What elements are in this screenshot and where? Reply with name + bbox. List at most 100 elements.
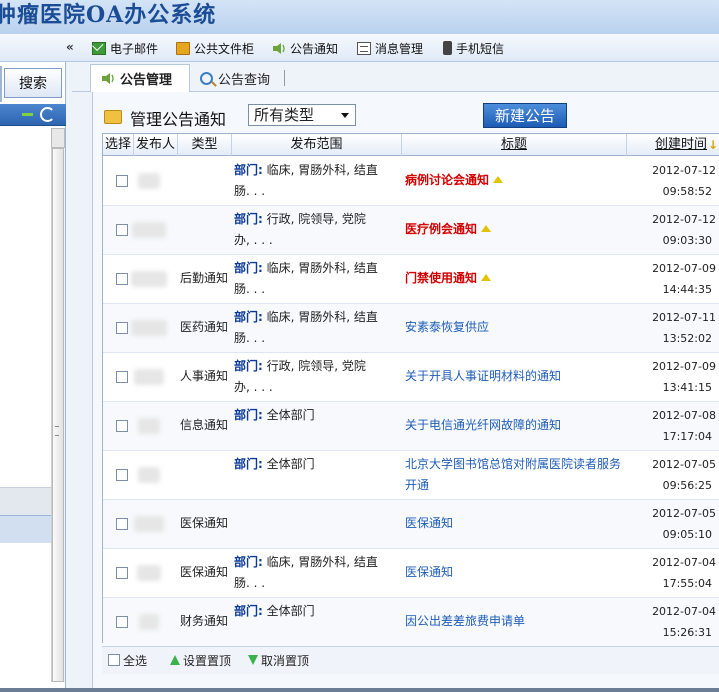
left-list-item[interactable] <box>0 487 51 515</box>
tab-announcement-management[interactable]: 公告管理 <box>90 64 190 92</box>
row-title[interactable]: 医保通知 <box>405 516 453 530</box>
row-checkbox[interactable] <box>116 224 128 236</box>
row-time: 09:58:52 <box>662 185 712 198</box>
refresh-icon[interactable] <box>40 107 55 122</box>
folder-icon <box>104 110 122 124</box>
table-row: 部门: 全体部门 北京大学图书馆总馆对附属医院读者服务 开通 2012-07-05 09… <box>103 451 719 500</box>
publisher-redacted <box>138 467 160 483</box>
toolbar-email-label: 电子邮件 <box>110 41 159 56</box>
toolbar-file-cabinet[interactable]: 公共文件柜 <box>176 40 254 56</box>
scope-value: 临床, 胃肠外科, 结直 <box>266 310 378 324</box>
row-title[interactable]: 医疗例会通知 <box>405 222 477 236</box>
tab-announcement-query-label: 公告查询 <box>218 72 271 88</box>
row-title-wrap: 关于开具人事证明材料的通知 <box>405 366 561 387</box>
row-title-wrap: 安素泰恢复供应 <box>405 317 489 338</box>
row-date: 2012-07-12 <box>652 164 716 177</box>
publisher-redacted <box>132 222 166 238</box>
row-date: 2012-07-04 <box>652 556 716 569</box>
scope-key: 部门: <box>234 163 263 177</box>
arrow-up-icon <box>170 655 180 665</box>
table-row: 医保通知 部门: 临床, 胃肠外科, 结直 肠. . . 医保通知 2012-07-04… <box>103 549 719 598</box>
row-time: 17:17:04 <box>662 430 712 443</box>
pinned-arrow-icon <box>481 225 492 232</box>
row-title[interactable]: 因公出差差旅费申请单 <box>405 614 525 628</box>
scope-value: 全体部门 <box>266 604 315 618</box>
tab-announcement-query[interactable]: 公告查询 <box>200 66 270 90</box>
toolbar-messages[interactable]: 消息管理 <box>357 40 423 56</box>
publisher-redacted <box>134 369 164 385</box>
row-date: 2012-07-05 <box>652 507 716 520</box>
row-checkbox[interactable] <box>116 518 128 530</box>
scope-value: 全体部门 <box>266 457 315 471</box>
row-checkbox[interactable] <box>116 371 128 383</box>
row-title-wrap: 医保通知 <box>405 562 453 583</box>
bottom-strip <box>0 688 719 692</box>
row-title[interactable]: 关于开具人事证明材料的通知 <box>405 369 561 383</box>
speaker-icon <box>273 42 285 54</box>
collapse-toggle[interactable]: « <box>66 40 74 54</box>
col-created[interactable]: 创建时间 <box>627 134 719 156</box>
mail-icon <box>92 41 106 55</box>
set-top-label: 设置置顶 <box>183 653 232 668</box>
row-time: 13:41:15 <box>662 381 712 394</box>
scroll-up-button[interactable] <box>51 128 65 148</box>
toolbar-announcements-label: 公告通知 <box>290 41 339 56</box>
row-checkbox[interactable] <box>116 420 128 432</box>
row-title[interactable]: 病例讨论会通知 <box>405 173 489 187</box>
toolbar-email[interactable]: 电子邮件 <box>92 40 158 56</box>
row-title[interactable]: 门禁使用通知 <box>405 271 477 285</box>
row-checkbox[interactable] <box>116 469 128 481</box>
pinned-arrow-icon <box>493 176 504 183</box>
row-checkbox[interactable] <box>116 567 128 579</box>
toolbar-announcements[interactable]: 公告通知 <box>272 40 338 56</box>
row-checkbox[interactable] <box>116 175 128 187</box>
toolbar-sms-label: 手机短信 <box>456 41 505 56</box>
row-scope: 部门: 临床, 胃肠外科, 结直 <box>234 160 394 181</box>
search-button[interactable]: 搜索 <box>4 68 62 98</box>
minimize-icon[interactable] <box>22 113 33 116</box>
select-all-checkbox[interactable] <box>108 654 120 666</box>
folder-icon <box>176 41 190 55</box>
type-select[interactable]: 所有类型 <box>248 104 356 126</box>
toolbar-messages-label: 消息管理 <box>375 41 424 56</box>
scope-value: 临床, 胃肠外科, 结直 <box>266 555 378 569</box>
row-type: 人事通知 <box>180 369 229 383</box>
row-title[interactable]: 医保通知 <box>405 565 453 579</box>
table-row: 部门: 行政, 院领导, 党院 办, . . . 医疗例会通知 2012-07-12 0… <box>103 206 719 255</box>
row-title[interactable]: 关于电信通光纤网故障的通知 <box>405 418 561 432</box>
tab-divider <box>284 70 285 86</box>
row-title-wrap: 因公出差差旅费申请单 <box>405 611 525 632</box>
row-type: 财务通知 <box>180 614 229 628</box>
row-title-cont[interactable]: 开通 <box>405 475 429 496</box>
row-date: 2012-07-09 <box>652 360 716 373</box>
publisher-redacted <box>139 614 159 630</box>
row-scope-cont: 肠. . . <box>234 576 266 590</box>
row-title[interactable]: 安素泰恢复供应 <box>405 320 489 334</box>
scope-key: 部门: <box>234 212 263 226</box>
col-type: 类型 <box>178 134 232 156</box>
row-checkbox[interactable] <box>116 322 128 334</box>
select-all-label: 全选 <box>123 653 148 668</box>
cancel-top-button[interactable]: 取消置顶 <box>248 652 309 668</box>
row-checkbox[interactable] <box>116 616 128 628</box>
col-title[interactable]: 标题 <box>402 134 627 156</box>
row-scope-cont: 肠. . . <box>234 331 266 345</box>
row-title[interactable]: 北京大学图书馆总馆对附属医院读者服务 <box>405 454 621 475</box>
table-row: 部门: 临床, 胃肠外科, 结直 肠. . . 病例讨论会通知 2012-07-12 0… <box>103 157 719 206</box>
left-scroll-thumb[interactable] <box>52 148 64 682</box>
new-announcement-button[interactable]: 新建公告 <box>483 103 567 128</box>
message-icon <box>357 41 371 55</box>
toolbar-sms[interactable]: 手机短信 <box>440 40 504 56</box>
row-checkbox[interactable] <box>116 273 128 285</box>
select-all[interactable]: 全选 <box>108 652 147 668</box>
grip-icon <box>55 426 59 436</box>
left-list-item-selected[interactable] <box>0 515 51 543</box>
table-row: 医药通知 部门: 临床, 胃肠外科, 结直 肠. . . 安素泰恢复供应 2012-07… <box>103 304 719 353</box>
scope-key: 部门: <box>234 359 263 373</box>
publisher-redacted <box>137 565 161 581</box>
set-top-button[interactable]: 设置置顶 <box>170 652 231 668</box>
page-title: 管理公告通知 <box>130 110 227 129</box>
pinned-arrow-icon <box>481 274 492 281</box>
magnifier-icon <box>200 71 213 85</box>
phone-icon <box>443 41 452 55</box>
